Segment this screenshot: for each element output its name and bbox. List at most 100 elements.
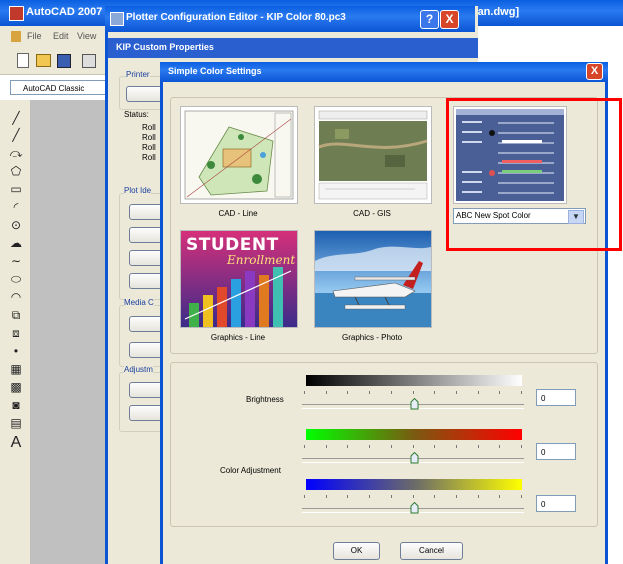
cad-gis-label: CAD - GIS — [353, 209, 391, 218]
open-file-icon[interactable] — [36, 54, 51, 67]
slider-tick — [347, 445, 349, 448]
slider-tick — [369, 391, 371, 394]
brightness-gradient — [306, 375, 522, 386]
menu-edit[interactable]: Edit — [53, 31, 69, 41]
media-group-label: Media C — [124, 298, 154, 307]
roll-item-2: Roll — [142, 133, 156, 142]
plotter-editor-title: Plotter Configuration Editor - KIP Color… — [126, 12, 346, 23]
slider-tick — [325, 495, 327, 498]
circle-icon[interactable]: ⊙ — [9, 218, 23, 232]
dialog-close-button[interactable]: X — [586, 63, 603, 80]
slider-tick — [412, 391, 414, 394]
status-label: Status: — [124, 110, 149, 119]
slider-tick — [369, 495, 371, 498]
site-plan-image — [184, 110, 294, 200]
slider-tick — [390, 391, 392, 394]
help-button[interactable]: ? — [420, 10, 439, 29]
slider-tick — [499, 445, 501, 448]
slider-tick — [521, 495, 522, 498]
menu-view[interactable]: View — [77, 31, 96, 41]
ellipse-icon[interactable]: ⬭ — [9, 272, 23, 286]
slider-tick — [477, 445, 479, 448]
ok-button[interactable]: OK — [333, 542, 380, 560]
slider-tick — [369, 445, 371, 448]
slider-tick — [347, 495, 349, 498]
graphics-line-thumbnail[interactable]: STUDENT Enrollment — [180, 230, 298, 328]
color-adjust-2-value-input[interactable]: 0 — [536, 495, 576, 512]
slider-tick — [434, 445, 436, 448]
graphics-line-label: Graphics - Line — [210, 333, 266, 342]
blue-yellow-gradient — [306, 479, 522, 490]
make-block-icon[interactable]: ⧈ — [9, 326, 23, 340]
polyline-icon[interactable]: ⤼ — [9, 146, 23, 160]
brightness-slider-thumb[interactable] — [410, 398, 419, 410]
roll-item-1: Roll — [142, 123, 156, 132]
brightness-ticks — [304, 391, 522, 394]
line-icon[interactable]: ╱ — [9, 111, 23, 125]
printer-group-label: Printer — [126, 70, 150, 79]
slider-tick — [455, 445, 457, 448]
workspace-dropdown[interactable]: AutoCAD Classic — [10, 80, 106, 95]
slider-tick — [499, 391, 501, 394]
save-icon[interactable] — [57, 54, 71, 68]
polygon-icon[interactable]: ⬠ — [9, 164, 23, 178]
slider-tick — [412, 495, 414, 498]
color-adjust-1-value-input[interactable]: 0 — [536, 443, 576, 460]
ellipse-arc-icon[interactable]: ◠ — [9, 290, 23, 304]
slider-tick — [347, 391, 349, 394]
slider-tick — [304, 391, 305, 394]
cad-line-thumbnail[interactable] — [180, 106, 298, 204]
insert-block-icon[interactable]: ⧉ — [9, 308, 23, 322]
cad-gis-thumbnail[interactable] — [314, 106, 432, 204]
rectangle-icon[interactable]: ▭ — [9, 182, 23, 196]
green-red-gradient — [306, 429, 522, 440]
color-adjust-2-ticks — [304, 495, 522, 498]
slider-tick — [521, 445, 522, 448]
color-adjust-2-slider-thumb[interactable] — [410, 502, 419, 514]
spline-icon[interactable]: ∼ — [9, 254, 23, 268]
revision-cloud-icon[interactable]: ☁ — [9, 236, 23, 250]
slider-tick — [412, 445, 414, 448]
color-adjust-1-slider-thumb[interactable] — [410, 452, 419, 464]
new-file-icon[interactable] — [17, 53, 29, 68]
student-title: STUDENT — [186, 235, 279, 255]
hatch-icon[interactable]: ▦ — [9, 362, 23, 376]
kip-custom-properties-tab[interactable]: KIP Custom Properties — [116, 42, 214, 52]
dialog-title: Simple Color Settings — [168, 66, 262, 76]
slider-tick — [521, 391, 522, 394]
multiline-text-icon[interactable]: A — [9, 435, 23, 451]
table-icon[interactable]: ▤ — [9, 416, 23, 430]
slider-tick — [434, 495, 436, 498]
brightness-value-input[interactable]: 0 — [536, 389, 576, 406]
seaplane-photo-image — [315, 231, 431, 327]
slider-tick — [477, 495, 479, 498]
plotter-editor-icon — [110, 12, 124, 26]
slider-tick — [455, 391, 457, 394]
gradient-icon[interactable]: ▩ — [9, 380, 23, 394]
workspace-label: AutoCAD Classic — [23, 84, 85, 93]
slider-tick — [390, 495, 392, 498]
gis-map-image — [318, 110, 428, 200]
autocad-app-icon — [9, 6, 24, 21]
slider-tick — [304, 445, 305, 448]
brightness-label: Brightness — [246, 395, 284, 404]
graphics-photo-thumbnail[interactable] — [314, 230, 432, 328]
slider-tick — [434, 391, 436, 394]
plot-icon[interactable] — [82, 54, 96, 68]
graphics-photo-label: Graphics - Photo — [341, 333, 403, 342]
cancel-button[interactable]: Cancel — [400, 542, 463, 560]
region-icon[interactable]: ◙ — [9, 398, 23, 412]
slider-tick — [499, 495, 501, 498]
adjustment-group-label: Adjustm — [124, 365, 153, 374]
arc-icon[interactable]: ◜ — [9, 200, 23, 214]
point-icon[interactable]: • — [9, 344, 23, 358]
roll-item-3: Roll — [142, 143, 156, 152]
plot-id-group-label: Plot Ide — [124, 186, 152, 195]
slider-tick — [477, 391, 479, 394]
menu-file[interactable]: File — [27, 31, 42, 41]
autocad-title: AutoCAD 2007 — [26, 6, 103, 18]
color-adjust-1-ticks — [304, 445, 522, 448]
slider-tick — [390, 445, 392, 448]
plotter-close-button[interactable]: X — [440, 10, 459, 29]
construction-line-icon[interactable]: ╱ — [9, 128, 23, 142]
